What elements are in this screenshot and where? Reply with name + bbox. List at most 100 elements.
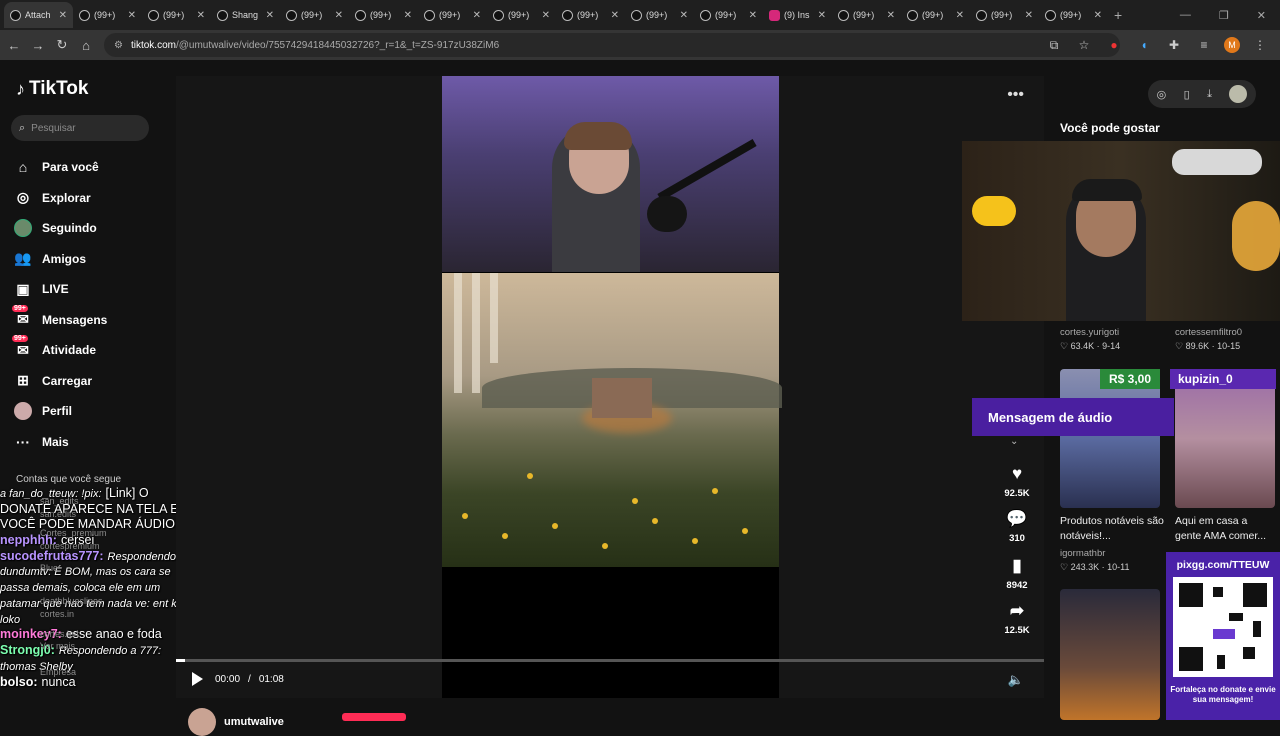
video-frame[interactable] xyxy=(442,76,782,698)
share-button[interactable]: ➦ 12.5K xyxy=(1002,601,1032,636)
bookmark-star-icon[interactable]: ☆ xyxy=(1074,35,1094,55)
following-account-1[interactable]: san.edits xyxy=(40,509,76,519)
tab-8[interactable]: (99+) ✕ xyxy=(556,2,625,28)
maximize-icon[interactable]: ❐ xyxy=(1219,9,1229,22)
tab-0[interactable]: Attach ✕ xyxy=(4,2,73,28)
close-tab-icon[interactable]: ✕ xyxy=(542,10,550,21)
sidebar-item-6[interactable]: ✉ 99+ Atividade xyxy=(12,335,107,366)
close-tab-icon[interactable]: ✕ xyxy=(611,10,619,21)
sidebar-item-0[interactable]: ⌂ Para você xyxy=(14,152,107,183)
card-caption-3[interactable]: Produtos notáveis são notáveis!... xyxy=(1060,514,1164,544)
close-tab-icon[interactable]: ✕ xyxy=(128,10,136,21)
author-name[interactable]: umutwalive xyxy=(224,716,284,728)
reload-icon[interactable]: ↻ xyxy=(50,37,74,53)
bookmark-icon: ▮ xyxy=(1012,556,1022,575)
address-bar[interactable]: ⚙ tiktok.com/@umutwalive/video/755742941… xyxy=(104,33,1120,57)
sidebar-item-9[interactable]: ··· Mais xyxy=(14,427,107,458)
close-tab-icon[interactable]: ✕ xyxy=(749,10,757,21)
sidebar-item-4[interactable]: ▣ LIVE xyxy=(14,274,107,305)
install-app-icon[interactable]: ⧉ xyxy=(1044,35,1064,55)
search-box[interactable]: ⌕ Pesquisar xyxy=(11,115,149,141)
following-account-0[interactable]: san_edits xyxy=(40,496,79,506)
card-author-2[interactable]: cortessemfiltro0 xyxy=(1175,327,1242,338)
profile-avatar[interactable]: M xyxy=(1224,37,1240,53)
tab-3[interactable]: Shang ✕ xyxy=(211,2,280,28)
tab-15[interactable]: (99+) ✕ xyxy=(1039,2,1108,28)
new-tab-button[interactable]: + xyxy=(1114,7,1122,23)
sidebar-item-1[interactable]: ◎ Explorar xyxy=(14,183,107,214)
chevron-down-icon[interactable]: ⌄ xyxy=(1010,436,1018,447)
more-options-icon[interactable]: ••• xyxy=(1007,86,1024,104)
extension-record-icon[interactable]: ● xyxy=(1104,35,1124,55)
volume-icon[interactable]: 🔈 xyxy=(1008,672,1024,688)
following-account-6[interactable]: cortes.in xyxy=(40,609,74,619)
tab-10[interactable]: (99+) ✕ xyxy=(694,2,763,28)
comment-button[interactable]: 💬 310 xyxy=(1002,509,1032,544)
forward-icon[interactable]: → xyxy=(26,38,50,53)
sidebar-item-7[interactable]: ⊞ Carregar xyxy=(14,366,107,397)
card-meta-1: ♡ 63.4K · 9-14 xyxy=(1060,341,1121,351)
compass-small-icon[interactable]: ◎ xyxy=(1157,88,1167,101)
tab-2[interactable]: (99+) ✕ xyxy=(142,2,211,28)
close-tab-icon[interactable]: ✕ xyxy=(59,10,67,21)
tab-4[interactable]: (99+) ✕ xyxy=(280,2,349,28)
site-info-icon[interactable]: ⚙ xyxy=(114,40,123,51)
save-button[interactable]: ▮ 8942 xyxy=(1002,556,1032,591)
close-tab-icon[interactable]: ✕ xyxy=(473,10,481,21)
close-tab-icon[interactable]: ✕ xyxy=(266,10,274,21)
tab-11[interactable]: (9) Ins ✕ xyxy=(763,2,832,28)
following-account-9[interactable]: Empresa xyxy=(40,667,76,677)
close-tab-icon[interactable]: ✕ xyxy=(887,10,895,21)
tab-9[interactable]: (99+) ✕ xyxy=(625,2,694,28)
user-avatar[interactable] xyxy=(1229,85,1248,103)
card-author-3[interactable]: igormathbr xyxy=(1060,548,1105,559)
tab-5[interactable]: (99+) ✕ xyxy=(349,2,418,28)
phone-icon[interactable]: ▯ xyxy=(1184,88,1190,101)
tab-1[interactable]: (99+) ✕ xyxy=(73,2,142,28)
tiktok-logo[interactable]: ♪ TikTok xyxy=(16,78,88,100)
following-account-2[interactable]: Cortes_premium xyxy=(40,528,107,538)
following-account-8[interactable]: Ver mais xyxy=(40,641,75,651)
author-avatar[interactable] xyxy=(188,708,216,736)
tab-12[interactable]: (99+) ✕ xyxy=(832,2,901,28)
close-tab-icon[interactable]: ✕ xyxy=(680,10,688,21)
close-window-icon[interactable]: ✕ xyxy=(1257,9,1266,22)
close-tab-icon[interactable]: ✕ xyxy=(818,10,826,21)
tab-7[interactable]: (99+) ✕ xyxy=(487,2,556,28)
close-tab-icon[interactable]: ✕ xyxy=(1094,10,1102,21)
close-tab-icon[interactable]: ✕ xyxy=(197,10,205,21)
minimize-icon[interactable]: — xyxy=(1180,9,1191,21)
video-thumbnail-5[interactable] xyxy=(1060,589,1160,720)
back-icon[interactable]: ← xyxy=(2,38,26,53)
play-icon[interactable] xyxy=(192,672,203,686)
video-thumbnail-3[interactable] xyxy=(1060,369,1160,508)
sidebar-item-3[interactable]: 👥 Amigos xyxy=(14,244,107,275)
extension-audio-icon[interactable]: ◖ xyxy=(1134,35,1154,55)
following-account-4[interactable]: Blue xyxy=(40,563,58,573)
following-account-5[interactable]: deathblueclipes xyxy=(40,596,103,606)
tab-14[interactable]: (99+) ✕ xyxy=(970,2,1039,28)
close-tab-icon[interactable]: ✕ xyxy=(335,10,343,21)
sidebar-item-2[interactable]: Seguindo xyxy=(14,213,107,244)
like-button[interactable]: ♥ 92.5K xyxy=(1002,464,1032,499)
download-icon[interactable]: ⤓ xyxy=(1207,88,1212,101)
live-icon: ▣ xyxy=(16,280,30,297)
card-author-1[interactable]: cortes.yurigoti xyxy=(1060,327,1119,338)
card-caption-4[interactable]: Aqui em casa a gente AMA comer... xyxy=(1175,514,1275,544)
following-account-3[interactable]: cortespremium xyxy=(40,541,100,551)
sidebar-item-5[interactable]: ✉ 99+ Mensagens xyxy=(12,304,107,336)
sidebar-item-8[interactable]: Perfil xyxy=(14,396,107,427)
extensions-puzzle-icon[interactable]: ✚ xyxy=(1164,35,1184,55)
media-controls-icon[interactable]: ≡ xyxy=(1194,35,1214,55)
close-tab-icon[interactable]: ✕ xyxy=(404,10,412,21)
tab-13[interactable]: (99+) ✕ xyxy=(901,2,970,28)
video-thumbnail-4[interactable] xyxy=(1175,369,1275,508)
video-player[interactable]: ••• ♥ 92.5K 💬 310 ▮ 8942 ➦ 12.5K 00:00 / 01:… xyxy=(176,76,1044,698)
tab-6[interactable]: (99+) ✕ xyxy=(418,2,487,28)
close-tab-icon[interactable]: ✕ xyxy=(1025,10,1033,21)
progress-bar[interactable] xyxy=(176,659,1044,662)
following-account-7[interactable]: cortes.ip4 xyxy=(40,629,79,639)
home-browser-icon[interactable]: ⌂ xyxy=(74,38,98,53)
browser-menu-icon[interactable]: ⋮ xyxy=(1250,35,1270,55)
close-tab-icon[interactable]: ✕ xyxy=(956,10,964,21)
